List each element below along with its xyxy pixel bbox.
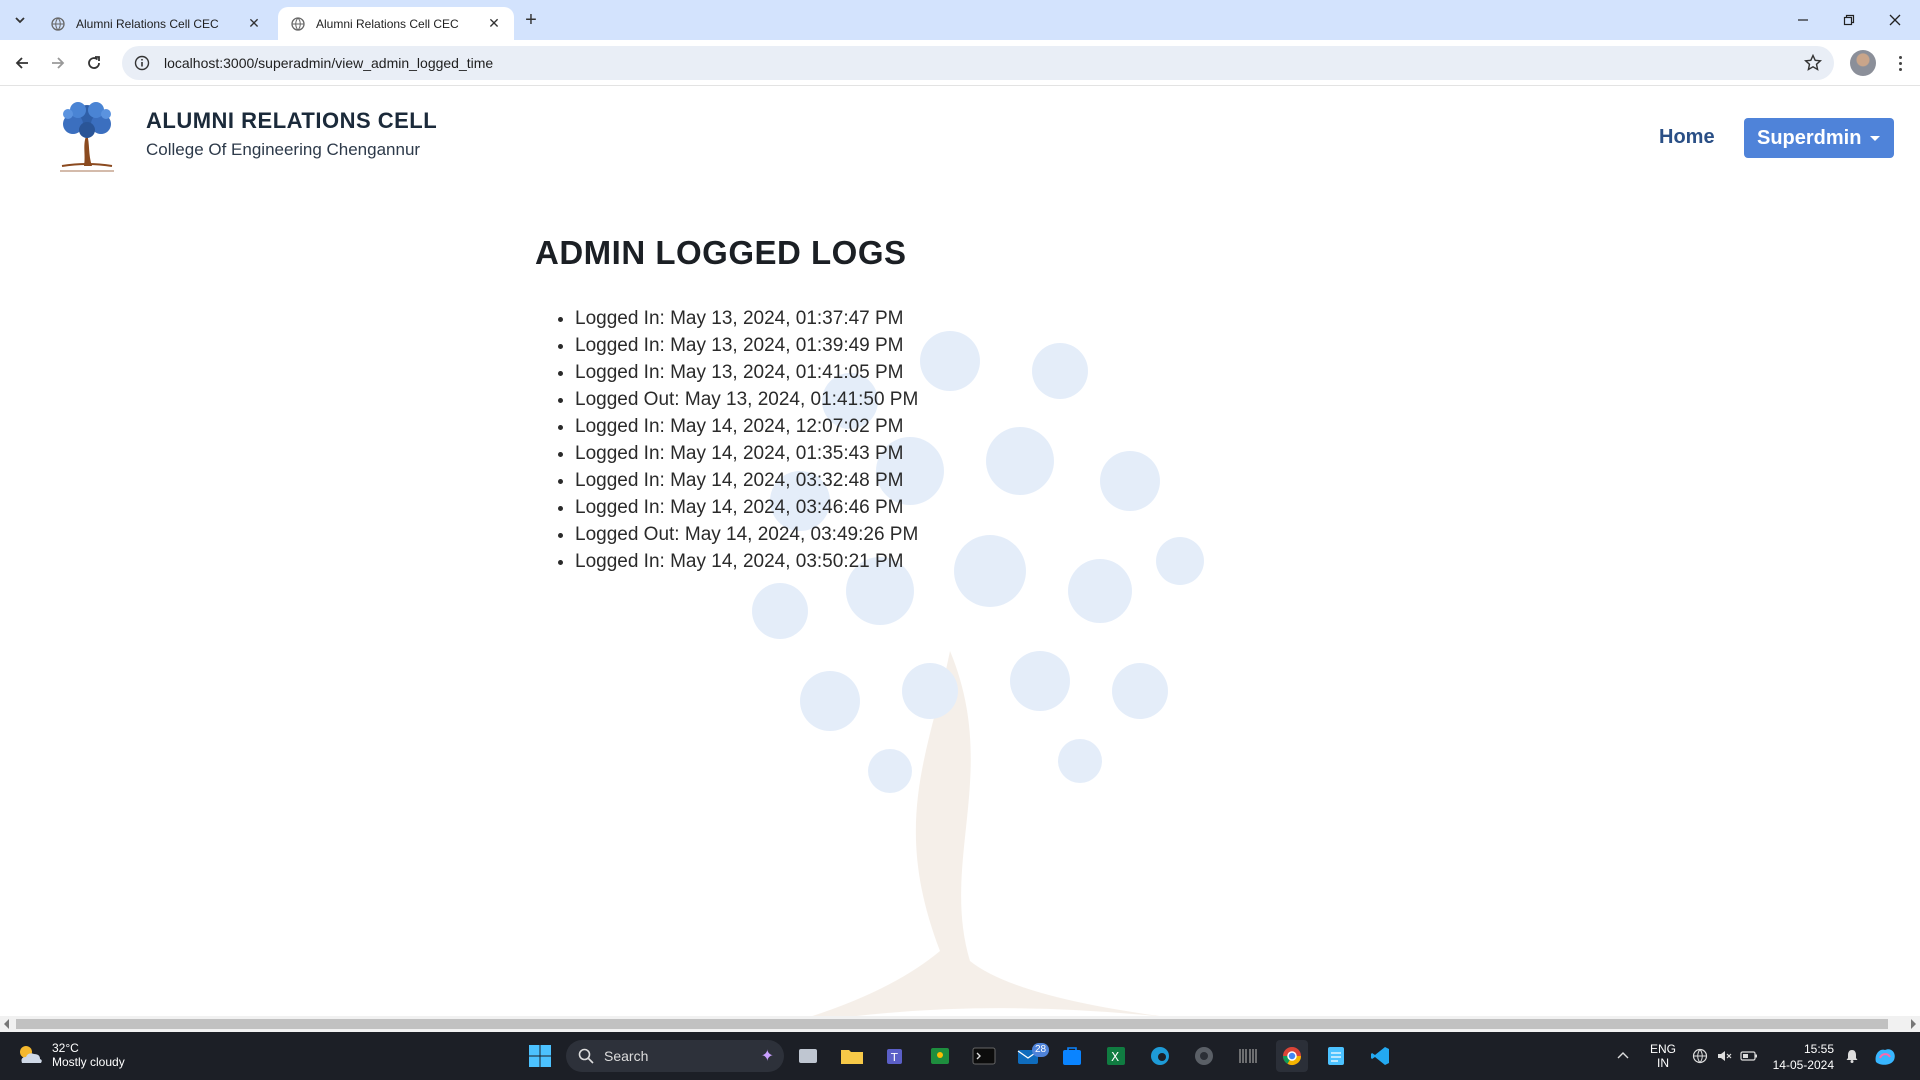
log-entry: Logged In: May 14, 2024, 03:32:48 PM: [575, 467, 918, 494]
language-code: ENG: [1650, 1042, 1677, 1056]
weather-temp: 32°C: [52, 1041, 79, 1055]
log-entry: Logged Out: May 13, 2024, 01:41:50 PM: [575, 386, 918, 413]
minimize-icon: [1798, 19, 1808, 21]
classroom-icon[interactable]: [924, 1040, 956, 1072]
close-window-button[interactable]: [1872, 0, 1918, 40]
log-entry: Logged In: May 14, 2024, 03:46:46 PM: [575, 494, 918, 521]
browser-tab-1[interactable]: Alumni Relations Cell CEC ✕: [38, 7, 274, 40]
close-icon: [1889, 14, 1901, 26]
chevron-up-icon: [1617, 1052, 1629, 1059]
minimize-button[interactable]: [1780, 0, 1826, 40]
globe-icon: [50, 16, 66, 32]
restore-button[interactable]: [1826, 0, 1872, 40]
forward-button[interactable]: [44, 49, 72, 77]
taskbar-search[interactable]: Search ✦: [566, 1040, 784, 1072]
caret-down-icon: [1870, 136, 1880, 141]
tab-search-button[interactable]: [8, 8, 32, 32]
scrollbar-thumb[interactable]: [16, 1019, 1888, 1029]
app-icon[interactable]: [1188, 1040, 1220, 1072]
superadmin-dropdown-button[interactable]: Superdmin: [1744, 118, 1894, 158]
chrome-icon[interactable]: [1276, 1040, 1308, 1072]
arrow-left-icon: [15, 57, 28, 69]
site-subtitle: College Of Engineering Chengannur: [146, 140, 421, 159]
url-text: localhost:3000/superadmin/view_admin_log…: [164, 55, 494, 71]
main-content: ADMIN LOGGED LOGS Logged In: May 13, 202…: [535, 234, 918, 575]
cloud-sun-icon: [20, 1046, 42, 1063]
close-tab-icon[interactable]: ✕: [486, 15, 502, 32]
nav-home-link[interactable]: Home: [1659, 126, 1715, 149]
log-entry: Logged Out: May 14, 2024, 03:49:26 PM: [575, 521, 918, 548]
network-icon[interactable]: [1692, 1032, 1708, 1080]
store-icon[interactable]: [1056, 1040, 1088, 1072]
log-entry: Logged In: May 14, 2024, 01:35:43 PM: [575, 440, 918, 467]
site-title: ALUMNI RELATIONS CELL: [146, 108, 438, 133]
restore-icon: [1843, 14, 1855, 26]
scroll-left-icon[interactable]: [4, 1019, 9, 1029]
bookmark-star-icon[interactable]: [1804, 54, 1822, 72]
clock[interactable]: 15:55 14-05-2024: [1770, 1041, 1834, 1073]
log-entry: Logged In: May 14, 2024, 12:07:02 PM: [575, 413, 918, 440]
page-title: ADMIN LOGGED LOGS: [535, 234, 907, 271]
alumni-tree-logo[interactable]: [48, 96, 126, 176]
search-icon: [578, 1048, 594, 1064]
site-header: ALUMNI RELATIONS CELL College Of Enginee…: [0, 86, 1920, 186]
page-viewport: ALUMNI RELATIONS CELL College Of Enginee…: [0, 86, 1920, 1016]
excel-icon[interactable]: X: [1100, 1040, 1132, 1072]
weather-condition: Mostly cloudy: [52, 1055, 125, 1069]
vscode-icon[interactable]: [1364, 1040, 1396, 1072]
windows-taskbar: 32°C Mostly cloudy Search ✦ T 28 X ENG I…: [0, 1032, 1920, 1080]
teams-icon[interactable]: T: [880, 1040, 912, 1072]
svg-text:T: T: [890, 1051, 898, 1064]
search-highlight-icon: ✦: [760, 1048, 774, 1065]
file-explorer-icon[interactable]: [836, 1040, 868, 1072]
horizontal-scrollbar[interactable]: [0, 1016, 1920, 1032]
browser-menu-button[interactable]: [1890, 50, 1910, 76]
close-tab-icon[interactable]: ✕: [246, 15, 262, 32]
show-hidden-icons[interactable]: [1616, 1032, 1630, 1080]
scroll-right-icon[interactable]: [1911, 1019, 1916, 1029]
browser-toolbar: localhost:3000/superadmin/view_admin_log…: [0, 40, 1920, 86]
browser-tab-strip: Alumni Relations Cell CEC ✕ Alumni Relat…: [0, 0, 1920, 40]
volume-muted-icon[interactable]: [1716, 1032, 1732, 1080]
task-view-icon[interactable]: [792, 1040, 824, 1072]
reload-icon: [88, 56, 100, 69]
notification-bell-icon[interactable]: [1844, 1032, 1860, 1080]
clock-time: 15:55: [1803, 1042, 1834, 1056]
dropdown-label: Superdmin: [1757, 126, 1862, 149]
profile-avatar[interactable]: [1850, 50, 1876, 76]
copilot-icon[interactable]: [1872, 1032, 1898, 1080]
arrow-right-icon: [52, 57, 65, 69]
notepad-icon[interactable]: [1320, 1040, 1352, 1072]
search-label: Search: [604, 1048, 649, 1064]
region-code: IN: [1657, 1056, 1669, 1070]
reload-button[interactable]: [80, 49, 108, 77]
language-indicator[interactable]: ENG IN: [1650, 1032, 1676, 1080]
terminal-icon[interactable]: [968, 1040, 1000, 1072]
log-entry: Logged In: May 13, 2024, 01:41:05 PM: [575, 359, 918, 386]
log-entry: Logged In: May 13, 2024, 01:37:47 PM: [575, 305, 918, 332]
globe-icon: [290, 16, 306, 32]
browser-tab-2[interactable]: Alumni Relations Cell CEC ✕: [278, 7, 514, 40]
windows-start-icon[interactable]: [524, 1040, 556, 1072]
tab-title: Alumni Relations Cell CEC: [76, 16, 219, 31]
battery-icon[interactable]: [1740, 1032, 1758, 1080]
info-icon: [134, 55, 150, 71]
weather-widget[interactable]: 32°C Mostly cloudy: [16, 1041, 125, 1069]
admin-log-list: Logged In: May 13, 2024, 01:37:47 PM Log…: [535, 305, 918, 575]
clock-date: 14-05-2024: [1772, 1058, 1834, 1072]
barcode-app-icon[interactable]: [1232, 1040, 1264, 1072]
mail-icon[interactable]: 28: [1012, 1040, 1050, 1072]
log-entry: Logged In: May 14, 2024, 03:50:21 PM: [575, 548, 918, 575]
svg-text:X: X: [1111, 1050, 1119, 1064]
mail-count-badge: 28: [1032, 1043, 1050, 1057]
back-button[interactable]: [8, 49, 36, 77]
chevron-down-icon: [15, 17, 25, 24]
new-tab-button[interactable]: +: [519, 8, 543, 32]
tab-title: Alumni Relations Cell CEC: [316, 16, 459, 31]
edge-icon[interactable]: [1144, 1040, 1176, 1072]
log-entry: Logged In: May 13, 2024, 01:39:49 PM: [575, 332, 918, 359]
address-bar[interactable]: localhost:3000/superadmin/view_admin_log…: [122, 46, 1834, 80]
